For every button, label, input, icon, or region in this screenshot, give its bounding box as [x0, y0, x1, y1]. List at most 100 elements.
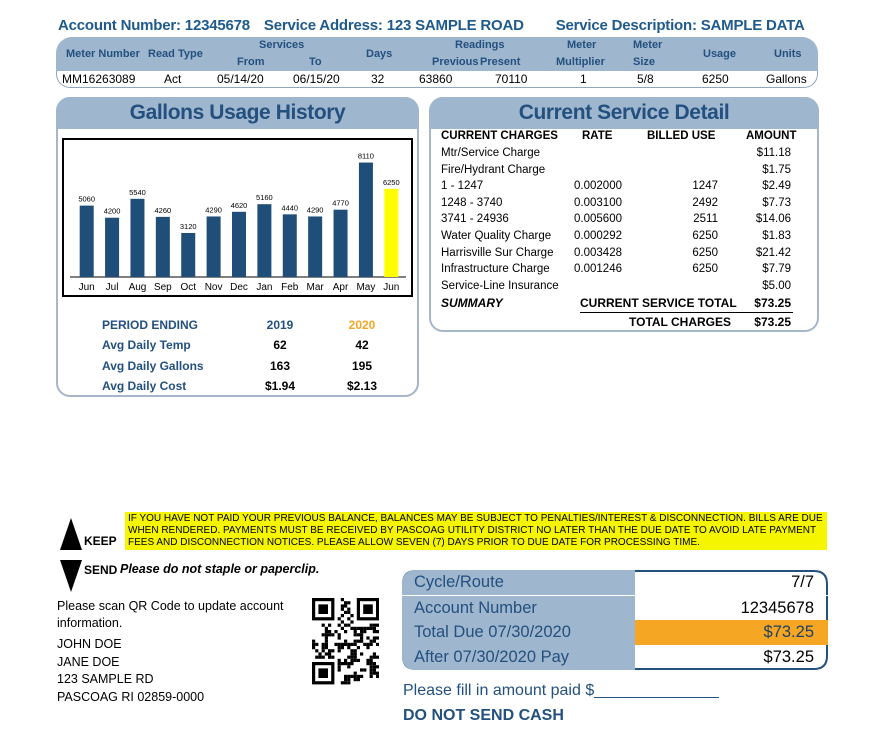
qr-module: [353, 678, 357, 682]
col-billed-use: BILLED USE: [647, 130, 716, 142]
qr-module: [328, 630, 332, 634]
address-line: 123 SAMPLE RD: [57, 672, 154, 686]
qr-module: [353, 649, 357, 653]
qr-finder-pattern: [318, 668, 328, 678]
qr-module: [360, 652, 364, 656]
month-tick-label: Feb: [281, 282, 299, 293]
qr-module: [340, 607, 344, 611]
bar-value-label: 5160: [256, 193, 273, 202]
charge-billed-use: 1247: [692, 180, 718, 193]
usage-bar: [181, 232, 196, 277]
usage-chart-frame: 5060 Jun 4200 Jul 5540 Aug 4260 Sep 3120 Oct 4290 N…: [62, 138, 413, 297]
qr-module: [353, 626, 357, 630]
address-line: JANE DOE: [57, 654, 120, 669]
col-size-bottom: Size: [633, 56, 656, 68]
qr-module: [347, 678, 351, 682]
qr-module: [360, 633, 364, 637]
qr-module: [363, 668, 367, 672]
charge-billed-use: 2511: [693, 213, 718, 226]
qr-module: [350, 662, 354, 666]
qr-module: [312, 646, 316, 650]
charge-amount: $7.73: [762, 196, 791, 209]
qr-module: [315, 642, 319, 646]
qr-module: [356, 678, 360, 682]
qr-finder-pattern: [318, 604, 328, 614]
usage-bar: [384, 188, 399, 277]
qr-module: [344, 604, 348, 608]
charge-amount: $2.49: [762, 180, 791, 193]
qr-module: [321, 646, 325, 650]
charge-billed-use: 6250: [692, 263, 718, 276]
charge-name: 1 - 1247: [441, 180, 484, 193]
qr-module: [369, 642, 373, 646]
qr-module: [372, 626, 376, 630]
qr-module: [372, 655, 376, 659]
qr-module: [337, 665, 341, 669]
qr-module: [360, 636, 364, 640]
col-current-charges: CURRENT CHARGES: [441, 130, 558, 142]
charge-name: Fire/Hydrant Charge: [441, 163, 546, 176]
qr-module: [321, 633, 325, 637]
qr-module: [324, 639, 328, 643]
qr-module: [353, 655, 357, 659]
qr-module: [324, 636, 328, 640]
qr-module: [353, 674, 357, 678]
qr-module: [340, 681, 344, 685]
usage-bar: [79, 205, 94, 277]
charge-amount: $1.83: [762, 230, 791, 242]
qr-module: [356, 639, 360, 643]
present-reading-value: 70110: [495, 72, 528, 86]
col-present: Present: [480, 56, 521, 68]
summary-label: SUMMARY: [441, 296, 503, 310]
avg-cost-label: Avg Daily Cost: [102, 379, 187, 393]
qr-module: [321, 623, 325, 627]
bar-value-label: 5060: [78, 195, 95, 204]
qr-module: [337, 649, 341, 653]
month-tick-label: Mar: [307, 282, 325, 293]
qr-module: [366, 626, 370, 630]
qr-module: [363, 626, 367, 630]
charge-billed-use: 2492: [692, 196, 718, 209]
qr-module: [315, 649, 319, 653]
qr-module: [353, 652, 357, 656]
qr-module: [372, 636, 376, 640]
stub-cycle-route-row: Cycle/Route 7/7: [402, 570, 828, 595]
service-description-label: Service Description: SAMPLE DATA: [555, 17, 805, 34]
usage-bar-chart: 5060 Jun 4200 Jul 5540 Aug 4260 Sep 3120 Oct 4290 N…: [70, 152, 406, 293]
qr-module: [356, 646, 360, 650]
qr-module: [369, 655, 373, 659]
qr-module: [372, 623, 376, 627]
qr-module: [340, 626, 344, 630]
usage-bar: [257, 204, 272, 277]
qr-module: [369, 665, 373, 669]
qr-module: [324, 626, 328, 630]
qr-module: [376, 636, 379, 640]
col-to: To: [309, 56, 322, 68]
qr-module: [353, 639, 357, 643]
qr-module: [369, 662, 373, 666]
qr-module: [376, 665, 379, 669]
qr-module: [344, 639, 348, 643]
qr-module: [340, 604, 344, 608]
month-tick-label: Nov: [205, 282, 223, 293]
stub-account-row: Account Number 12345678: [402, 595, 828, 621]
bar-value-label: 4290: [205, 205, 222, 214]
qr-module: [360, 626, 364, 630]
charge-amount: $21.42: [755, 246, 791, 259]
charge-rate: 0.000292: [574, 230, 622, 242]
qr-module: [372, 671, 376, 675]
col-multiplier-top: Meter: [567, 39, 597, 51]
qr-module: [318, 655, 322, 659]
from-date-value: 05/14/20: [217, 72, 264, 86]
qr-module: [350, 649, 354, 653]
qr-code-icon[interactable]: [312, 598, 379, 685]
qr-module: [334, 630, 338, 634]
month-tick-label: Oct: [180, 282, 196, 293]
qr-module: [363, 642, 367, 646]
qr-module: [347, 601, 351, 605]
qr-module: [353, 642, 357, 646]
qr-module: [337, 658, 341, 662]
usage-bar: [333, 209, 348, 277]
month-tick-label: Jan: [256, 282, 272, 293]
month-tick-label: May: [356, 282, 375, 293]
